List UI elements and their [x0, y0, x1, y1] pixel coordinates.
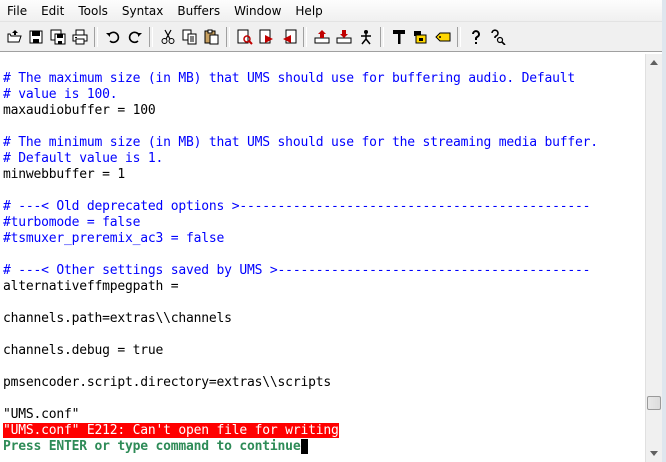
vertical-scrollbar[interactable]: [645, 54, 662, 462]
comment-line: # value is 100.: [3, 87, 118, 103]
text-line: "UMS.conf": [3, 407, 79, 423]
comment-line: # ---< Other settings saved by UMS >----…: [3, 263, 590, 279]
editor-text-area[interactable]: # The maximum size (in MB) that UMS shou…: [0, 54, 645, 462]
save-all-button[interactable]: [47, 26, 68, 48]
find-help-icon: [490, 28, 506, 45]
find-prev-icon: [282, 29, 296, 43]
more-prompt: Press ENTER or type command to continue: [3, 439, 309, 455]
error-message-text: "UMS.conf" E212: Can't open file for wri…: [3, 423, 339, 438]
text-line: pmsencoder.script.directory=extras\\scri…: [3, 375, 331, 391]
find-next-icon: [259, 29, 273, 43]
load-session-button[interactable]: [311, 26, 332, 48]
copy-button[interactable]: [179, 26, 200, 48]
help-icon: [471, 29, 480, 44]
paste-button[interactable]: [201, 26, 222, 48]
paste-icon: [204, 29, 218, 44]
text-line: channels.debug = true: [3, 343, 163, 359]
comment-line-text: #turbomode = false: [3, 215, 141, 230]
gvim-window: File Edit Tools Syntax Buffers Window He…: [0, 0, 666, 462]
find-next-button[interactable]: [256, 26, 277, 48]
cut-icon: [161, 29, 174, 44]
redo-button[interactable]: [124, 26, 145, 48]
comment-line-text: # The minimum size (in MB) that UMS shou…: [3, 135, 598, 150]
menu-tools[interactable]: Tools: [71, 0, 115, 22]
text-line-text: channels.debug = true: [3, 343, 164, 358]
shell-icon: [413, 30, 426, 43]
menu-syntax[interactable]: Syntax: [115, 0, 170, 22]
find-prev-button[interactable]: [278, 26, 299, 48]
scroll-up-arrow[interactable]: [646, 54, 662, 71]
open-icon: [7, 29, 22, 42]
text-line-text: minwebbuffer = 1: [3, 167, 126, 182]
error-message: "UMS.conf" E212: Can't open file for wri…: [3, 423, 339, 439]
text-line-text: alternativeffmpegpath =: [3, 279, 179, 294]
menu-file[interactable]: File: [0, 0, 34, 22]
save-icon: [29, 30, 42, 43]
comment-line-text: # The maximum size (in MB) that UMS shou…: [3, 71, 575, 86]
toolbar-separator: [149, 26, 153, 47]
window-frame-edge: [662, 0, 666, 462]
toolbar-separator: [457, 26, 461, 47]
redo-icon: [128, 31, 142, 43]
comment-line: # Default value is 1.: [3, 151, 163, 167]
toolbar-separator: [380, 26, 384, 47]
toolbar-separator: [226, 26, 230, 47]
text-line: alternativeffmpegpath =: [3, 279, 179, 295]
save-session-button[interactable]: [333, 26, 354, 48]
comment-line-text: #tsmuxer_preremix_ac3 = false: [3, 231, 225, 246]
find-icon: [237, 29, 253, 45]
chevron-down-icon: [650, 451, 658, 456]
tag-button[interactable]: [432, 26, 453, 48]
comment-line: # ---< Old deprecated options >---------…: [3, 199, 590, 215]
run-script-icon: [360, 29, 371, 44]
toolbar-separator: [94, 26, 98, 47]
toolbar: [0, 22, 666, 52]
print-icon: [72, 29, 87, 44]
text-line: channels.path=extras\\channels: [3, 311, 232, 327]
cut-button[interactable]: [157, 26, 178, 48]
save-button[interactable]: [25, 26, 46, 48]
find-help-button[interactable]: [487, 26, 508, 48]
undo-icon: [105, 31, 119, 43]
find-button[interactable]: [234, 26, 255, 48]
comment-line: #tsmuxer_preremix_ac3 = false: [3, 231, 224, 247]
help-button[interactable]: [465, 26, 486, 48]
menu-bar: File Edit Tools Syntax Buffers Window He…: [0, 0, 666, 22]
make-button[interactable]: [388, 26, 409, 48]
tag-icon: [434, 32, 450, 41]
save-all-icon: [50, 29, 65, 44]
toolbar-separator: [303, 26, 307, 47]
text-line-text: "UMS.conf": [3, 407, 80, 422]
comment-line-text: # Default value is 1.: [3, 151, 164, 166]
copy-icon: [182, 29, 196, 44]
text-line-text: maxaudiobuffer = 100: [3, 103, 156, 118]
scrollbar-thumb[interactable]: [647, 396, 661, 410]
text-line: maxaudiobuffer = 100: [3, 103, 156, 119]
undo-button[interactable]: [102, 26, 123, 48]
text-line-text: pmsencoder.script.directory=extras\\scri…: [3, 375, 331, 390]
more-prompt-text: Press ENTER or type command to continue: [3, 439, 301, 454]
comment-line-text: # ---< Other settings saved by UMS >----…: [3, 263, 591, 278]
text-line-text: channels.path=extras\\channels: [3, 311, 232, 326]
comment-line-text: # ---< Old deprecated options >---------…: [3, 199, 591, 214]
scroll-down-arrow[interactable]: [646, 445, 662, 462]
comment-line: # The minimum size (in MB) that UMS shou…: [3, 135, 598, 151]
load-session-icon: [314, 29, 329, 43]
open-button[interactable]: [3, 26, 24, 48]
shell-button[interactable]: [410, 26, 431, 48]
save-session-icon: [336, 29, 351, 43]
chevron-up-icon: [650, 60, 658, 65]
comment-line: #turbomode = false: [3, 215, 140, 231]
text-cursor: [301, 439, 309, 454]
menu-help[interactable]: Help: [288, 0, 329, 22]
run-script-button[interactable]: [355, 26, 376, 48]
menu-buffers[interactable]: Buffers: [170, 0, 227, 22]
comment-line: # The maximum size (in MB) that UMS shou…: [3, 71, 575, 87]
print-button[interactable]: [69, 26, 90, 48]
comment-line-text: # value is 100.: [3, 87, 118, 102]
make-icon: [392, 29, 405, 44]
menu-edit[interactable]: Edit: [34, 0, 71, 22]
text-line: minwebbuffer = 1: [3, 167, 125, 183]
menu-window[interactable]: Window: [227, 0, 288, 22]
